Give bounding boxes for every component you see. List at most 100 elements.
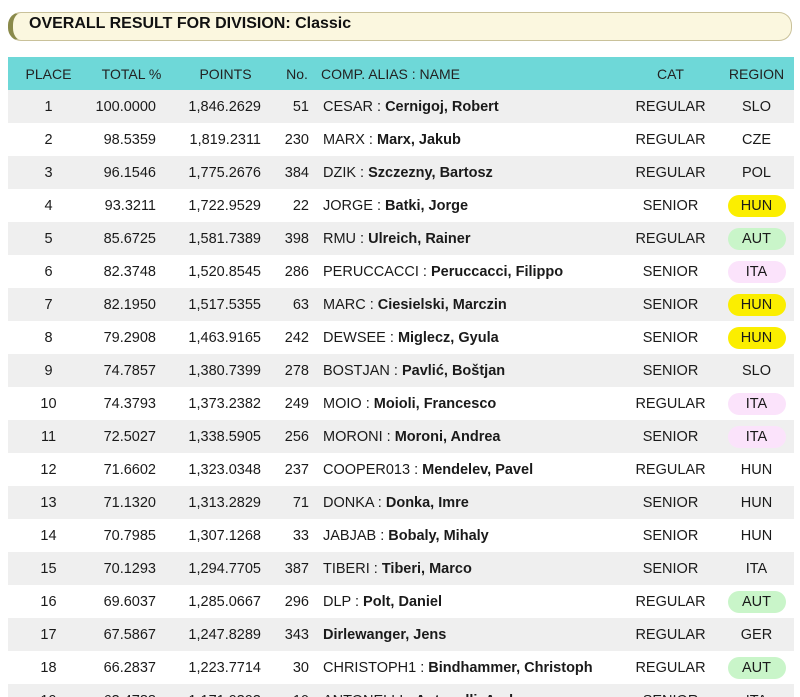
cell-place: 10 <box>8 387 89 420</box>
table-row: 1371.13201,313.282971DONKA : Donka, Imre… <box>8 486 794 519</box>
cell-place: 9 <box>8 354 89 387</box>
table-row: 1570.12931,294.7705387TIBERI : Tiberi, M… <box>8 552 794 585</box>
cell-region: CZE <box>719 123 794 156</box>
cell-total: 85.6725 <box>89 222 174 255</box>
cell-category: SENIOR <box>622 288 719 321</box>
cell-category: SENIOR <box>622 519 719 552</box>
cell-competitor[interactable]: MORONI : Moroni, Andrea <box>317 420 622 453</box>
cell-no: 63 <box>277 288 317 321</box>
region-badge: HUN <box>728 525 786 547</box>
competitor-alias: MORONI <box>323 429 383 445</box>
alias-separator: : <box>351 594 363 610</box>
cell-competitor[interactable]: JORGE : Batki, Jorge <box>317 189 622 222</box>
cell-points: 1,520.8545 <box>174 255 277 288</box>
cell-competitor[interactable]: DZIK : Szczezny, Bartosz <box>317 156 622 189</box>
region-badge: HUN <box>728 327 786 349</box>
col-header-cat[interactable]: CAT <box>622 57 719 90</box>
cell-competitor[interactable]: DONKA : Donka, Imre <box>317 486 622 519</box>
cell-no: 387 <box>277 552 317 585</box>
cell-region: ITA <box>719 387 794 420</box>
cell-no: 51 <box>277 90 317 123</box>
cell-competitor[interactable]: Dirlewanger, Jens <box>317 618 622 651</box>
cell-total: 66.2837 <box>89 651 174 684</box>
region-badge: AUT <box>728 228 786 250</box>
cell-no: 33 <box>277 519 317 552</box>
cell-competitor[interactable]: CHRISTOPH1 : Bindhammer, Christoph <box>317 651 622 684</box>
cell-category: REGULAR <box>622 123 719 156</box>
col-header-no[interactable]: No. <box>277 57 317 90</box>
cell-competitor[interactable]: MARX : Marx, Jakub <box>317 123 622 156</box>
cell-points: 1,307.1268 <box>174 519 277 552</box>
alias-separator: : <box>390 363 402 379</box>
competitor-alias: PERUCCACCI <box>323 264 419 280</box>
cell-category: REGULAR <box>622 651 719 684</box>
region-badge: CZE <box>728 129 786 151</box>
cell-no: 22 <box>277 189 317 222</box>
competitor-alias: MARC <box>323 297 366 313</box>
cell-no: 296 <box>277 585 317 618</box>
results-table-body: 1100.00001,846.262951CESAR : Cernigoj, R… <box>8 90 794 697</box>
cell-competitor[interactable]: ANTONELLI : Antonelli, Andrea <box>317 684 622 697</box>
table-row: 1669.60371,285.0667296DLP : Polt, Daniel… <box>8 585 794 618</box>
cell-region: ITA <box>719 255 794 288</box>
cell-category: SENIOR <box>622 552 719 585</box>
cell-points: 1,171.9393 <box>174 684 277 697</box>
competitor-alias: COOPER013 <box>323 462 410 478</box>
col-header-region[interactable]: REGION <box>719 57 794 90</box>
cell-region: ITA <box>719 552 794 585</box>
cell-competitor[interactable]: MARC : Ciesielski, Marczin <box>317 288 622 321</box>
region-badge: GER <box>728 624 786 646</box>
competitor-name: Moioli, Francesco <box>374 396 496 412</box>
col-header-points[interactable]: POINTS <box>174 57 277 90</box>
alias-separator: : <box>373 99 385 115</box>
competitor-name: Ulreich, Rainer <box>368 231 470 247</box>
cell-competitor[interactable]: CESAR : Cernigoj, Robert <box>317 90 622 123</box>
cell-region: HUN <box>719 288 794 321</box>
cell-competitor[interactable]: DLP : Polt, Daniel <box>317 585 622 618</box>
region-badge: ITA <box>728 690 786 697</box>
alias-separator: : <box>383 429 395 445</box>
competitor-alias: MARX <box>323 132 365 148</box>
alias-separator: : <box>366 297 378 313</box>
cell-total: 82.3748 <box>89 255 174 288</box>
cell-competitor[interactable]: DEWSEE : Miglecz, Gyula <box>317 321 622 354</box>
cell-category: REGULAR <box>622 222 719 255</box>
region-badge: SLO <box>728 360 786 382</box>
alias-separator: : <box>374 495 386 511</box>
competitor-alias: DLP <box>323 594 351 610</box>
cell-region: AUT <box>719 651 794 684</box>
cell-no: 249 <box>277 387 317 420</box>
col-header-place[interactable]: PLACE <box>8 57 89 90</box>
region-badge: HUN <box>728 294 786 316</box>
cell-region: HUN <box>719 453 794 486</box>
cell-total: 63.4788 <box>89 684 174 697</box>
table-row: 1100.00001,846.262951CESAR : Cernigoj, R… <box>8 90 794 123</box>
alias-separator: : <box>356 231 368 247</box>
region-badge: SLO <box>728 96 786 118</box>
cell-total: 74.7857 <box>89 354 174 387</box>
cell-total: 82.1950 <box>89 288 174 321</box>
cell-competitor[interactable]: TIBERI : Tiberi, Marco <box>317 552 622 585</box>
cell-category: SENIOR <box>622 321 719 354</box>
cell-points: 1,338.5905 <box>174 420 277 453</box>
cell-points: 1,380.7399 <box>174 354 277 387</box>
cell-place: 4 <box>8 189 89 222</box>
cell-place: 19 <box>8 684 89 697</box>
cell-competitor[interactable]: COOPER013 : Mendelev, Pavel <box>317 453 622 486</box>
cell-points: 1,846.2629 <box>174 90 277 123</box>
cell-competitor[interactable]: MOIO : Moioli, Francesco <box>317 387 622 420</box>
cell-total: 70.1293 <box>89 552 174 585</box>
col-header-name[interactable]: COMP. ALIAS : NAME <box>317 57 622 90</box>
col-header-total[interactable]: TOTAL % <box>89 57 174 90</box>
competitor-alias: DZIK <box>323 165 356 181</box>
table-row: 782.19501,517.535563MARC : Ciesielski, M… <box>8 288 794 321</box>
cell-category: SENIOR <box>622 486 719 519</box>
cell-category: REGULAR <box>622 453 719 486</box>
alias-separator: : <box>386 330 398 346</box>
cell-competitor[interactable]: BOSTJAN : Pavlić, Boštjan <box>317 354 622 387</box>
cell-category: SENIOR <box>622 684 719 697</box>
cell-competitor[interactable]: PERUCCACCI : Peruccacci, Filippo <box>317 255 622 288</box>
cell-competitor[interactable]: RMU : Ulreich, Rainer <box>317 222 622 255</box>
competitor-name: Bindhammer, Christoph <box>428 660 592 676</box>
cell-competitor[interactable]: JABJAB : Bobaly, Mihaly <box>317 519 622 552</box>
